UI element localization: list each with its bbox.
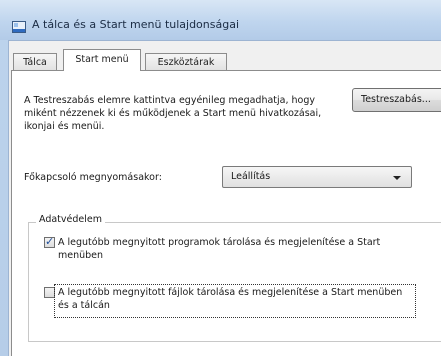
- tab-eszkoztarak[interactable]: Eszköztárak: [145, 53, 227, 70]
- power-button-label: Főkapcsoló megnyomásakor:: [24, 172, 162, 183]
- tab-start-menu[interactable]: Start menü: [63, 49, 141, 71]
- start-menu-description: A Testreszabás elemre kattintva egyénile…: [24, 95, 322, 132]
- tab-talca[interactable]: Tálca: [13, 53, 57, 70]
- taskbar-properties-icon: [12, 18, 26, 33]
- chevron-down-icon: [393, 176, 401, 180]
- power-button-select[interactable]: Leállítás: [222, 166, 412, 188]
- title-bar[interactable]: A tálca és a Start menü tulajdonságai: [0, 0, 441, 40]
- recent-files-label[interactable]: A legutóbb megnyitott fájlok tárolása és…: [58, 286, 414, 312]
- power-button-value: Leállítás: [231, 171, 271, 182]
- checkmark-icon: ✓: [45, 235, 55, 248]
- recent-programs-label[interactable]: A legutóbb megnyitott programok tárolása…: [58, 236, 418, 262]
- window-title: A tálca és a Start menü tulajdonságai: [32, 18, 240, 31]
- properties-window: A tálca és a Start menü tulajdonságai Tá…: [0, 0, 441, 356]
- recent-programs-checkbox[interactable]: ✓: [44, 235, 55, 248]
- privacy-group-title: Adatvédelem: [36, 214, 105, 225]
- customize-button[interactable]: Testreszabás...: [352, 88, 441, 112]
